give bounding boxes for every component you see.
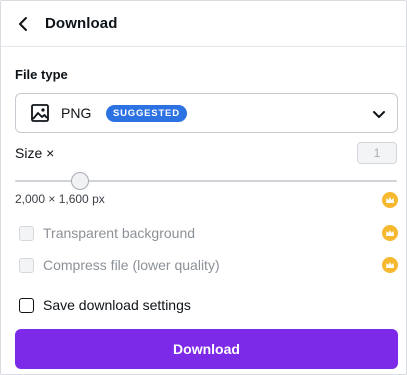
compress-file-label: Compress file (lower quality) bbox=[43, 257, 220, 273]
chevron-down-icon bbox=[373, 111, 385, 118]
save-settings-label: Save download settings bbox=[43, 297, 191, 313]
transparent-background-checkbox[interactable] bbox=[19, 225, 34, 241]
save-settings-checkbox[interactable] bbox=[19, 297, 34, 313]
file-type-value: PNG bbox=[61, 105, 92, 121]
suggested-badge: SUGGESTED bbox=[106, 105, 187, 122]
compress-file-option[interactable]: Compress file (lower quality) bbox=[19, 257, 220, 273]
image-icon bbox=[31, 104, 49, 122]
crown-icon bbox=[382, 257, 398, 273]
dimensions-text: 2,000 × 1,600 px bbox=[15, 192, 105, 206]
file-type-select[interactable]: PNG SUGGESTED bbox=[15, 93, 398, 133]
size-label: Size × bbox=[15, 145, 55, 161]
save-settings-option[interactable]: Save download settings bbox=[19, 297, 191, 313]
chevron-left-icon bbox=[19, 17, 27, 31]
compress-file-checkbox[interactable] bbox=[19, 257, 34, 273]
transparent-background-label: Transparent background bbox=[43, 225, 196, 241]
transparent-background-option[interactable]: Transparent background bbox=[19, 225, 195, 241]
download-button[interactable]: Download bbox=[15, 329, 398, 369]
crown-icon bbox=[382, 192, 398, 208]
panel-title: Download bbox=[45, 15, 118, 32]
file-type-label: File type bbox=[15, 67, 68, 82]
download-panel: Download File type PNG SUGGESTED Size × … bbox=[0, 0, 407, 375]
crown-icon bbox=[382, 225, 398, 241]
size-slider-thumb[interactable] bbox=[70, 172, 89, 190]
back-button[interactable] bbox=[11, 12, 35, 36]
panel-header: Download bbox=[1, 1, 406, 47]
size-multiplier-input[interactable]: 1 bbox=[357, 142, 397, 164]
